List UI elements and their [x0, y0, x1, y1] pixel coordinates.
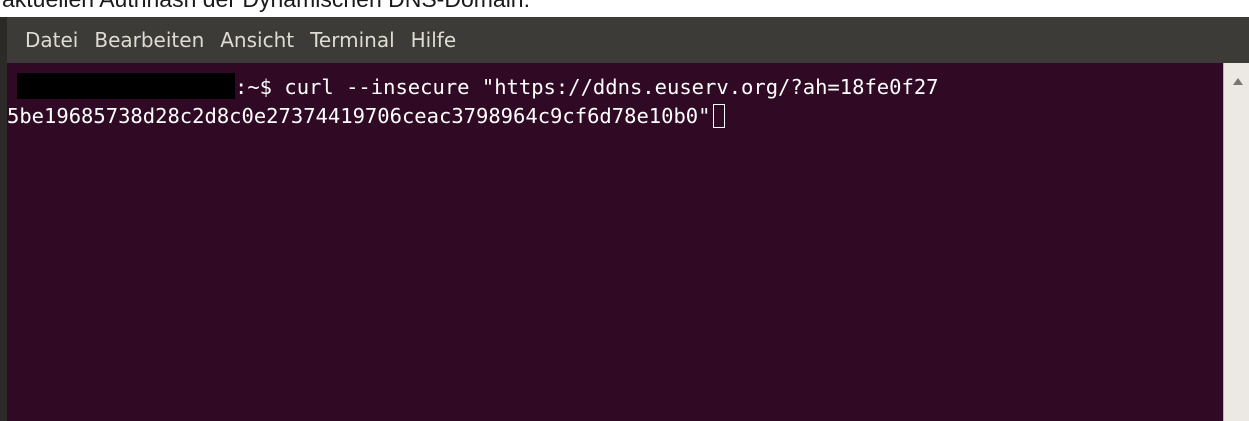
page: aktuellen Authhash der Dynamischen DNS-D…	[0, 0, 1249, 421]
document-caption: aktuellen Authhash der Dynamischen DNS-D…	[2, 0, 530, 12]
command-text-line-1: curl --insecure "https://ddns.euserv.org…	[284, 75, 939, 99]
window-left-edge	[0, 17, 7, 421]
terminal-line-2: 5be19685738d28c2d8c0e27374419706ceac3798…	[7, 101, 725, 131]
menu-bearbeiten[interactable]: Bearbeiten	[86, 22, 212, 58]
scroll-up-arrow-icon[interactable]	[1233, 78, 1243, 85]
menu-hilfe[interactable]: Hilfe	[403, 22, 465, 58]
command-text-line-2: 5be19685738d28c2d8c0e27374419706ceac3798…	[7, 104, 711, 128]
terminal-window: Datei Bearbeiten Ansicht Terminal Hilfe …	[0, 17, 1249, 421]
terminal-line-1: :~$ curl --insecure "https://ddns.euserv…	[7, 72, 939, 102]
menu-datei[interactable]: Datei	[7, 22, 86, 58]
menubar: Datei Bearbeiten Ansicht Terminal Hilfe	[7, 17, 1249, 63]
shell-prompt: :~$	[235, 75, 285, 99]
menu-terminal[interactable]: Terminal	[302, 22, 403, 58]
menu-ansicht[interactable]: Ansicht	[212, 22, 302, 58]
redacted-username-block	[17, 73, 235, 99]
text-cursor	[712, 104, 725, 128]
terminal-output[interactable]: :~$ curl --insecure "https://ddns.euserv…	[7, 63, 1223, 421]
vertical-scrollbar[interactable]	[1223, 63, 1249, 421]
